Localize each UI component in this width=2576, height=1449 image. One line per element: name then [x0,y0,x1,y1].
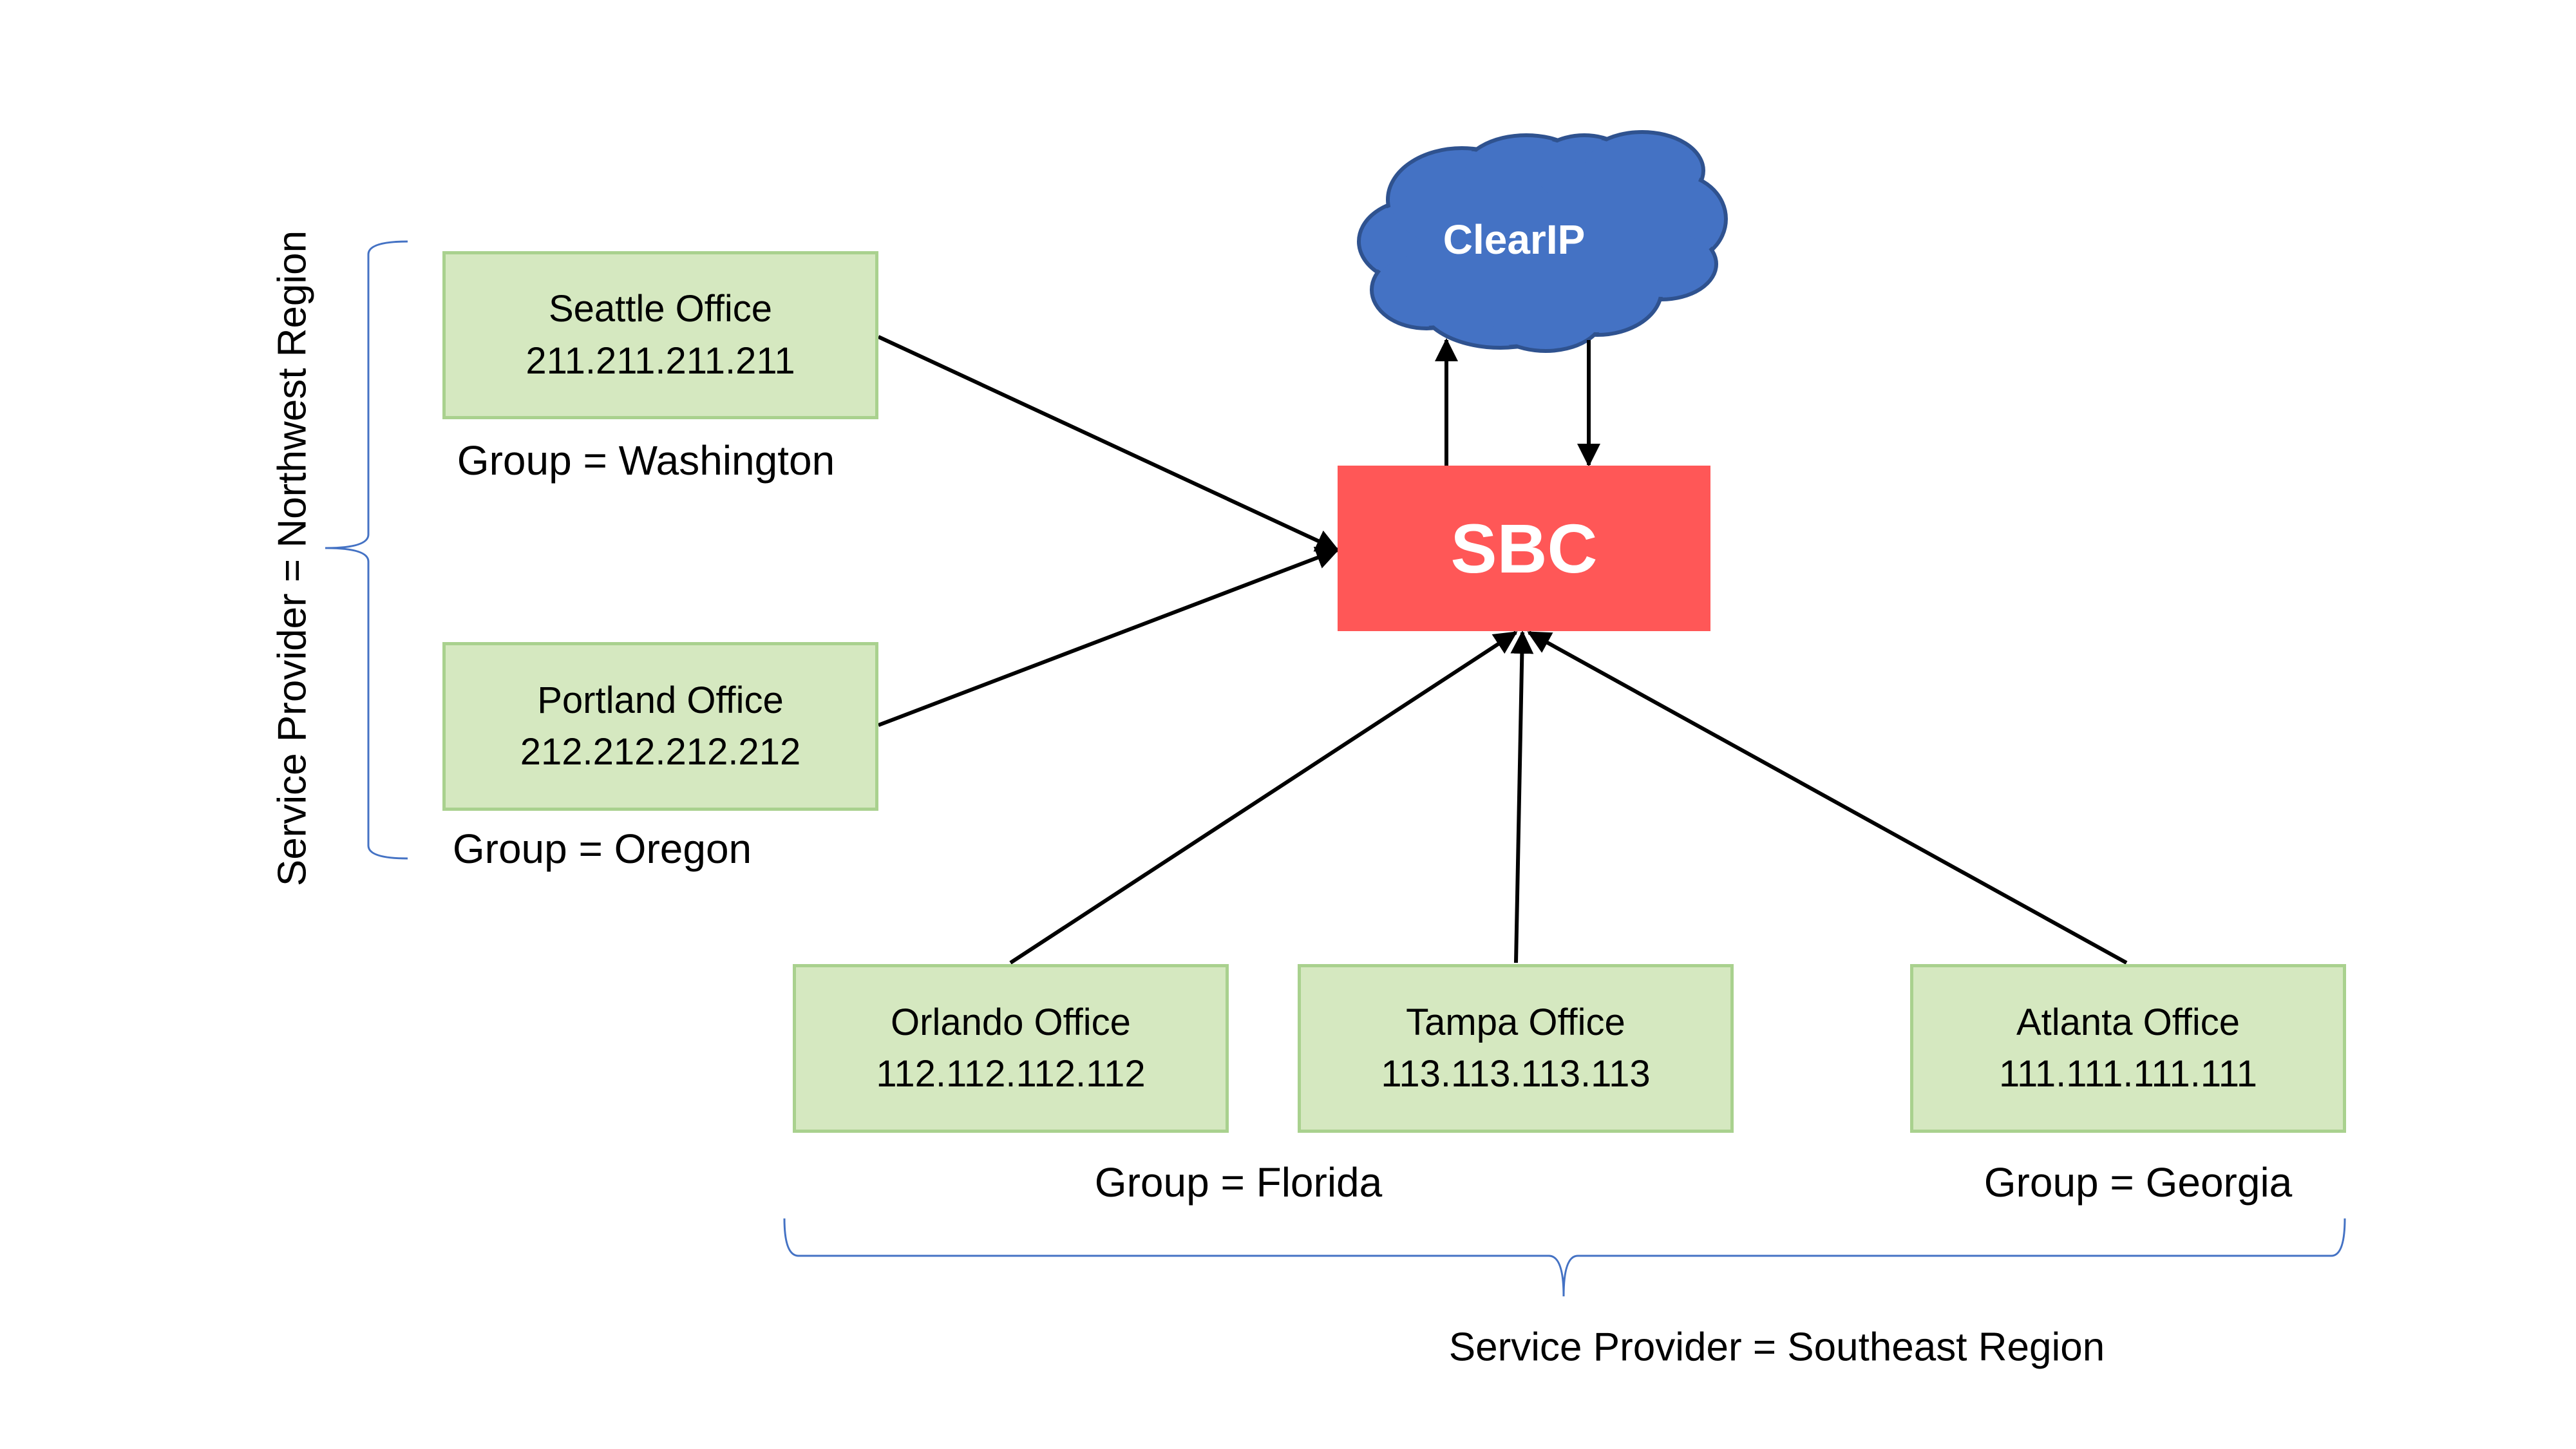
cloud-label: ClearIP [1443,216,1586,263]
office-name: Portland Office [537,679,784,721]
northwest-brace [325,240,408,860]
sbc-node: SBC [1338,466,1710,631]
sbc-label: SBC [1450,509,1598,587]
office-tampa: Tampa Office 113.113.113.113 [1298,964,1734,1133]
diagram-canvas [325,130,2346,1297]
group-washington-label: Group = Washington [457,437,835,484]
arrow-seattle-to-sbc [877,335,1340,552]
office-orlando: Orlando Office 112.112.112.112 [793,964,1229,1133]
office-ip: 212.212.212.212 [520,731,801,773]
office-ip: 211.211.211.211 [526,339,795,382]
office-seattle: Seattle Office 211.211.211.211 [442,251,878,419]
office-name: Atlanta Office [2016,1001,2240,1043]
arrow-atlanta-to-sbc [1527,630,2128,965]
group-florida-label: Group = Florida [1094,1159,1383,1206]
office-name: Tampa Office [1406,1001,1625,1043]
northwest-region-label: Service Provider = Northwest Region [270,230,315,887]
arrow-orlando-to-sbc [1009,630,1518,965]
arrow-tampa-to-sbc [1510,630,1534,963]
office-name: Seattle Office [548,288,773,330]
southeast-region-label: Service Provider = Southeast Region [1448,1325,2105,1370]
office-portland: Portland Office 212.212.212.212 [442,642,878,811]
office-ip: 112.112.112.112 [876,1053,1146,1095]
office-ip: 111.111.111.111 [1999,1053,2257,1095]
group-georgia-label: Group = Georgia [1984,1159,2293,1206]
arrow-portland-to-sbc [877,546,1340,727]
office-ip: 113.113.113.113 [1381,1053,1651,1095]
southeast-brace [783,1218,2346,1297]
group-oregon-label: Group = Oregon [452,826,752,872]
office-atlanta: Atlanta Office 111.111.111.111 [1910,964,2346,1133]
office-name: Orlando Office [891,1001,1131,1043]
